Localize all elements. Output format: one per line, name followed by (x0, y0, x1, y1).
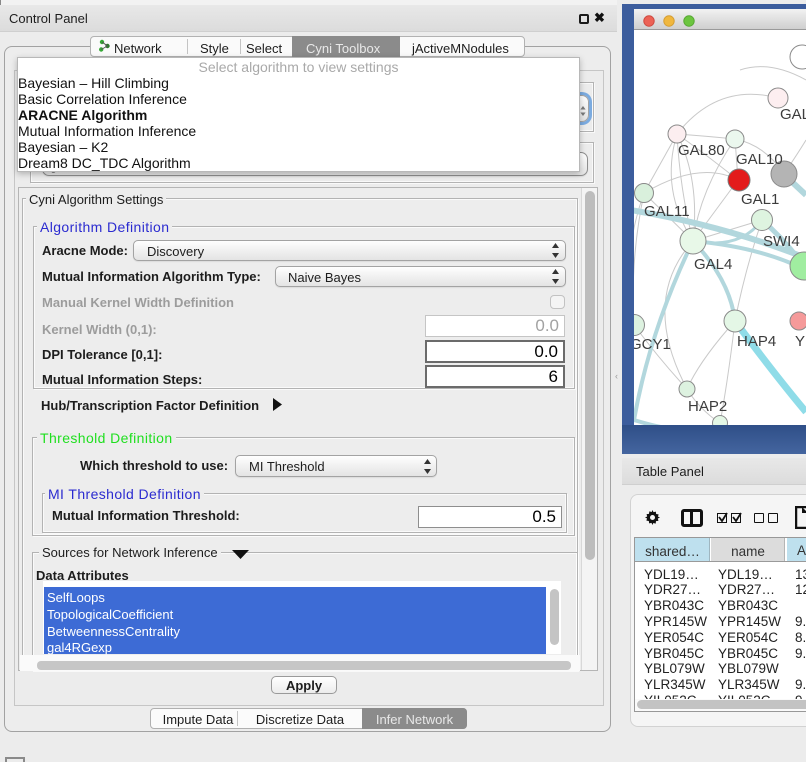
svg-text:GAL1: GAL1 (741, 191, 779, 208)
svg-text:SWI4: SWI4 (763, 233, 800, 250)
svg-text:HAP2: HAP2 (688, 398, 727, 415)
svg-text:GAL10: GAL10 (736, 151, 783, 168)
svg-text:GAL80: GAL80 (678, 142, 725, 159)
svg-text:GAL7: GAL7 (780, 106, 806, 123)
svg-text:GCY1: GCY1 (634, 336, 671, 353)
svg-text:GAL4: GAL4 (694, 256, 732, 273)
svg-text:YBR: YBR (795, 333, 806, 350)
svg-text:HAP4: HAP4 (737, 333, 776, 350)
svg-text:GAL11: GAL11 (644, 203, 690, 220)
